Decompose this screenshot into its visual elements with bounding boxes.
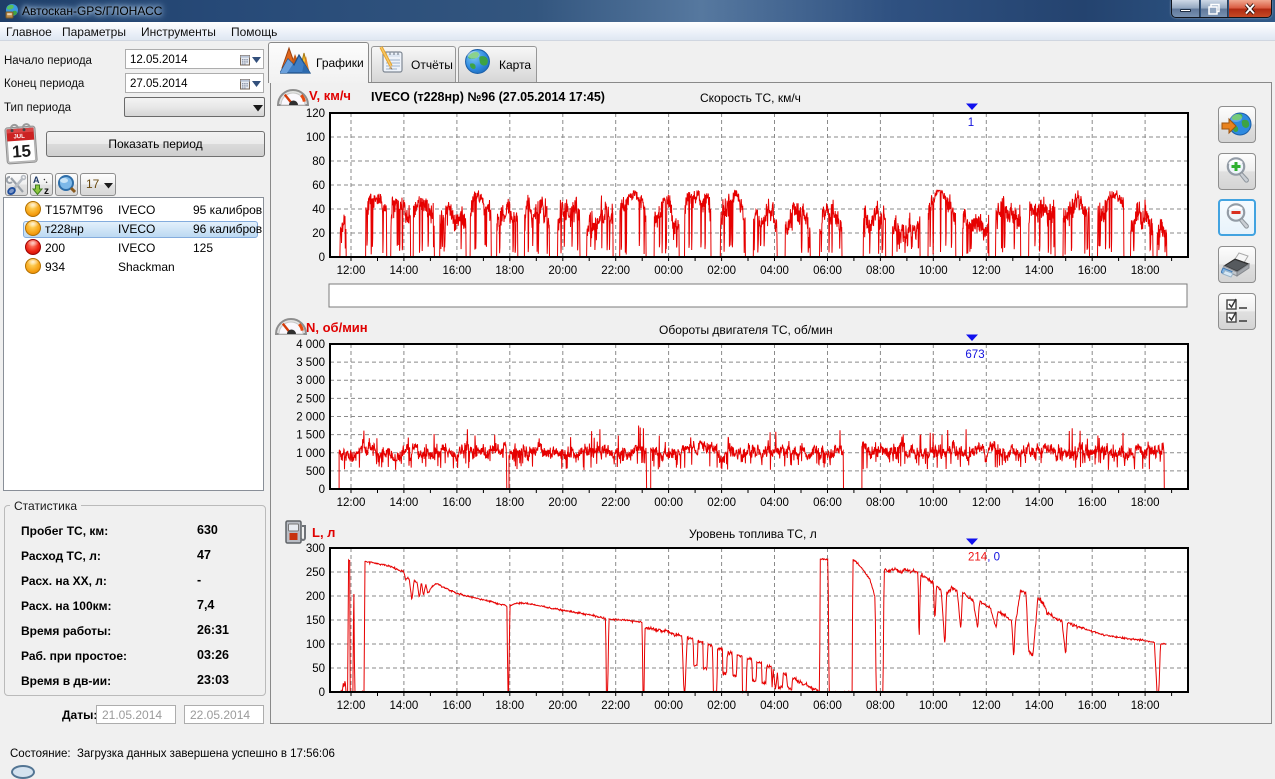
svg-text:22:00: 22:00 xyxy=(601,700,630,712)
svg-text:06:00: 06:00 xyxy=(813,700,842,712)
svg-text:06:00: 06:00 xyxy=(813,265,842,277)
svg-text:02:00: 02:00 xyxy=(707,700,736,712)
svg-text:12:00: 12:00 xyxy=(972,265,1001,277)
svg-text:250: 250 xyxy=(306,567,325,579)
svg-text:14:00: 14:00 xyxy=(390,265,419,277)
svg-text:00:00: 00:00 xyxy=(654,497,683,509)
svg-text:14:00: 14:00 xyxy=(390,700,419,712)
svg-text:18:00: 18:00 xyxy=(1131,700,1160,712)
svg-text:04:00: 04:00 xyxy=(760,265,789,277)
svg-text:16:00: 16:00 xyxy=(1078,700,1107,712)
svg-text:22:00: 22:00 xyxy=(601,265,630,277)
svg-text:00:00: 00:00 xyxy=(654,265,683,277)
svg-text:20:00: 20:00 xyxy=(548,497,577,509)
svg-text:10:00: 10:00 xyxy=(919,700,948,712)
svg-text:18:00: 18:00 xyxy=(1131,265,1160,277)
svg-text:04:00: 04:00 xyxy=(760,700,789,712)
svg-text:18:00: 18:00 xyxy=(495,497,524,509)
svg-text:200: 200 xyxy=(306,591,325,603)
svg-text:18:00: 18:00 xyxy=(1131,497,1160,509)
svg-text:16:00: 16:00 xyxy=(443,700,472,712)
svg-text:1 000: 1 000 xyxy=(296,448,325,460)
svg-text:08:00: 08:00 xyxy=(866,497,895,509)
svg-text:06:00: 06:00 xyxy=(813,497,842,509)
svg-text:02:00: 02:00 xyxy=(707,497,736,509)
svg-text:100: 100 xyxy=(306,132,325,144)
svg-text:2 500: 2 500 xyxy=(296,393,325,405)
svg-text:18:00: 18:00 xyxy=(495,700,524,712)
svg-text:14:00: 14:00 xyxy=(1025,700,1054,712)
svg-text:40: 40 xyxy=(312,204,325,216)
svg-text:10:00: 10:00 xyxy=(919,265,948,277)
svg-text:150: 150 xyxy=(306,615,325,627)
svg-text:214, 0: 214, 0 xyxy=(968,552,1000,564)
svg-text:2 000: 2 000 xyxy=(296,412,325,424)
svg-text:12:00: 12:00 xyxy=(972,700,1001,712)
svg-text:100: 100 xyxy=(306,639,325,651)
svg-text:60: 60 xyxy=(312,180,325,192)
svg-text:20:00: 20:00 xyxy=(548,265,577,277)
svg-text:20:00: 20:00 xyxy=(548,700,577,712)
svg-text:80: 80 xyxy=(312,156,325,168)
svg-text:500: 500 xyxy=(306,466,325,478)
svg-text:14:00: 14:00 xyxy=(1025,265,1054,277)
svg-text:3 000: 3 000 xyxy=(296,375,325,387)
svg-text:04:00: 04:00 xyxy=(760,497,789,509)
svg-text:12:00: 12:00 xyxy=(337,265,366,277)
svg-text:16:00: 16:00 xyxy=(1078,265,1107,277)
svg-text:0: 0 xyxy=(319,687,325,699)
svg-text:22:00: 22:00 xyxy=(601,497,630,509)
svg-text:16:00: 16:00 xyxy=(1078,497,1107,509)
svg-text:12:00: 12:00 xyxy=(972,497,1001,509)
svg-text:1: 1 xyxy=(968,117,974,129)
svg-text:120: 120 xyxy=(306,108,325,120)
svg-text:08:00: 08:00 xyxy=(866,265,895,277)
svg-text:16:00: 16:00 xyxy=(443,497,472,509)
svg-text:673: 673 xyxy=(965,349,984,361)
svg-text:0: 0 xyxy=(319,252,325,264)
svg-text:02:00: 02:00 xyxy=(707,265,736,277)
svg-text:4 000: 4 000 xyxy=(296,339,325,351)
svg-text:10:00: 10:00 xyxy=(919,497,948,509)
svg-text:3 500: 3 500 xyxy=(296,357,325,369)
svg-text:16:00: 16:00 xyxy=(443,265,472,277)
svg-text:0: 0 xyxy=(319,484,325,496)
svg-text:14:00: 14:00 xyxy=(1025,497,1054,509)
svg-text:00:00: 00:00 xyxy=(654,700,683,712)
svg-text:50: 50 xyxy=(312,663,325,675)
svg-text:1 500: 1 500 xyxy=(296,430,325,442)
svg-text:18:00: 18:00 xyxy=(495,265,524,277)
svg-text:300: 300 xyxy=(306,543,325,555)
svg-text:12:00: 12:00 xyxy=(337,700,366,712)
svg-text:20: 20 xyxy=(312,228,325,240)
svg-text:12:00: 12:00 xyxy=(337,497,366,509)
svg-text:08:00: 08:00 xyxy=(866,700,895,712)
svg-text:14:00: 14:00 xyxy=(390,497,419,509)
